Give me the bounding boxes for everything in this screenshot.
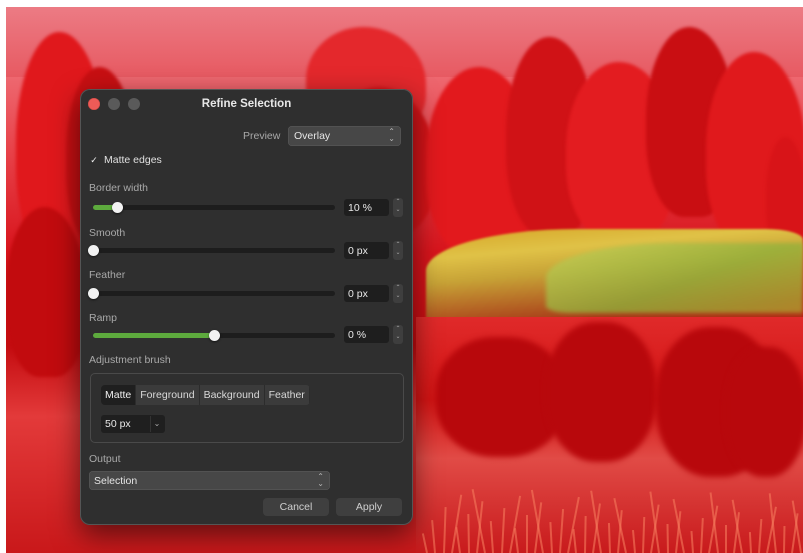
updown-chevron-icon: ⌃ ⌄	[317, 472, 324, 488]
feather-field[interactable]: 0 px	[344, 285, 389, 302]
apply-button[interactable]: Apply	[336, 498, 402, 516]
feather-value: 0 px	[348, 288, 368, 300]
tree-shape	[6, 207, 86, 377]
ramp-label: Ramp	[89, 312, 118, 324]
checkmark-icon: ✓	[89, 154, 99, 165]
brush-mode-feather[interactable]: Feather	[264, 385, 310, 405]
reed-stroke	[583, 515, 587, 553]
preview-value: Overlay	[294, 130, 331, 142]
output-label: Output	[89, 453, 121, 465]
smooth-stepper[interactable]: ⌃ ⌄	[393, 241, 403, 260]
matte-edges-label: Matte edges	[104, 154, 162, 166]
border-width-value: 10 %	[348, 202, 372, 214]
smooth-slider[interactable]	[88, 245, 335, 256]
border-width-stepper[interactable]: ⌃ ⌄	[393, 198, 403, 217]
adjustment-brush-label: Adjustment brush	[89, 354, 171, 366]
slider-knob[interactable]	[112, 202, 124, 213]
reed-stroke	[666, 523, 669, 553]
tree-reflection	[546, 322, 656, 462]
ramp-field[interactable]: 0 %	[344, 326, 389, 343]
brush-mode-foreground[interactable]: Foreground	[136, 385, 200, 405]
preview-label: Preview	[243, 130, 281, 142]
smooth-field[interactable]: 0 px	[344, 242, 389, 259]
output-value: Selection	[94, 475, 138, 487]
matte-edges-checkbox[interactable]: ✓ Matte edges	[89, 153, 162, 167]
adjustment-brush-panel: Matte Foreground Background Feather 50 p…	[90, 373, 404, 443]
feather-slider[interactable]	[88, 288, 335, 299]
smooth-label: Smooth	[89, 227, 126, 239]
reed-stroke	[607, 522, 611, 553]
reed-stroke	[466, 513, 470, 553]
reed-stroke	[724, 525, 727, 553]
brush-size-select[interactable]: 50 px ⌄	[101, 415, 165, 433]
reed-stroke	[782, 525, 786, 553]
ramp-value: 0 %	[348, 329, 367, 341]
ramp-stepper[interactable]: ⌃ ⌄	[393, 325, 403, 344]
brush-mode-segmented-control: Matte Foreground Background Feather	[101, 385, 310, 405]
feather-label: Feather	[89, 269, 126, 281]
chevron-down-icon[interactable]: ⌄	[150, 416, 163, 432]
tree-reflection	[726, 347, 803, 477]
cancel-button[interactable]: Cancel	[263, 498, 329, 516]
slider-knob[interactable]	[88, 245, 99, 256]
preview-select[interactable]: Overlay ⌃ ⌄	[288, 126, 401, 146]
brush-mode-background[interactable]: Background	[199, 385, 265, 405]
slider-knob[interactable]	[209, 330, 220, 341]
refine-selection-dialog: Refine Selection Preview Overlay ⌃ ⌄ ✓ Ma…	[80, 89, 413, 525]
output-select[interactable]: Selection ⌃ ⌄	[89, 471, 330, 490]
smooth-value: 0 px	[348, 245, 368, 257]
brush-mode-matte[interactable]: Matte	[101, 385, 137, 405]
slider-fill	[93, 333, 214, 338]
feather-stepper[interactable]: ⌃ ⌄	[393, 284, 403, 303]
updown-chevron-icon: ⌃ ⌄	[388, 127, 395, 143]
border-width-field[interactable]: 10 %	[344, 199, 389, 216]
dialog-title: Refine Selection	[201, 98, 292, 110]
reed-stroke	[525, 515, 528, 553]
border-width-slider[interactable]	[93, 202, 335, 213]
brush-size-value: 50 px	[105, 418, 131, 430]
grass-bank-highlight	[546, 243, 803, 313]
dialog-titlebar[interactable]: Refine Selection	[80, 89, 413, 119]
ramp-slider[interactable]	[93, 330, 335, 341]
border-width-label: Border width	[89, 182, 148, 194]
slider-knob[interactable]	[88, 288, 99, 299]
